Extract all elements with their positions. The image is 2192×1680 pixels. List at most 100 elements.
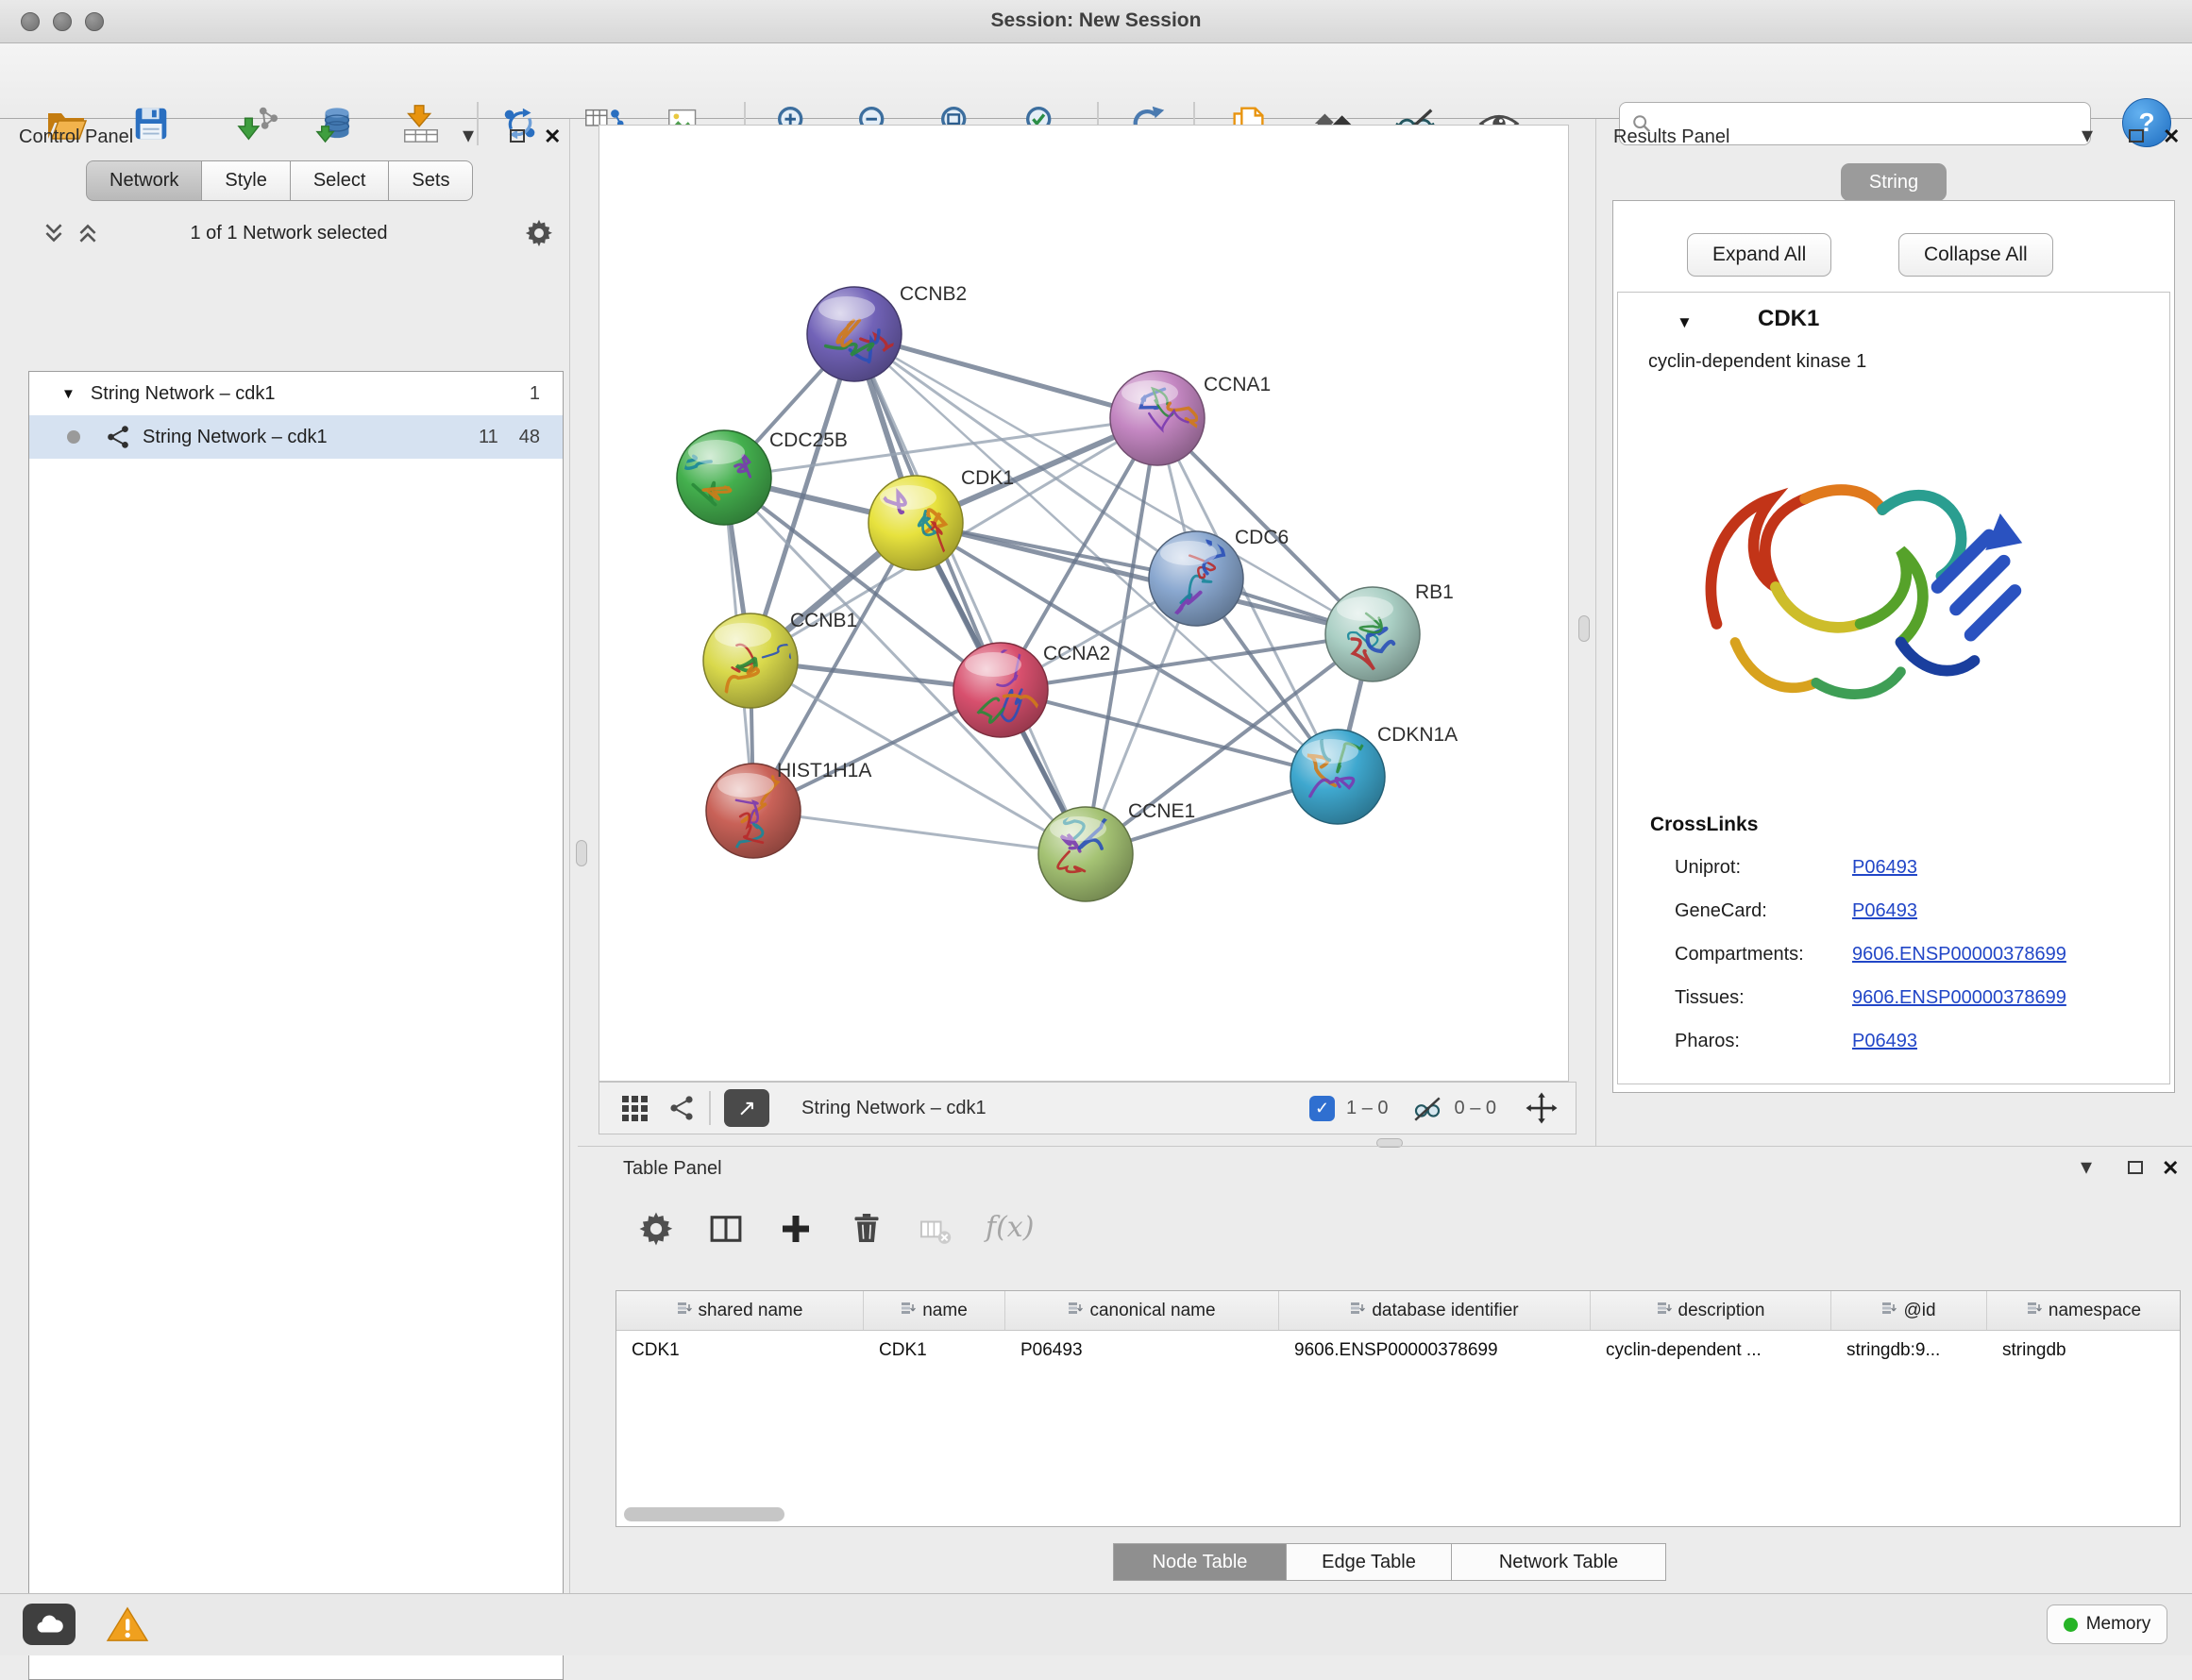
panel-float-icon[interactable] — [510, 129, 525, 143]
column-header-name[interactable]: name — [864, 1291, 1005, 1330]
column-header-namespace[interactable]: namespace — [1987, 1291, 2181, 1330]
splitter-handle[interactable] — [1578, 615, 1590, 642]
collapse-all-button[interactable]: Collapse All — [1898, 233, 2053, 277]
gear-icon[interactable] — [523, 217, 555, 249]
table-cell[interactable]: CDK1 — [616, 1331, 864, 1370]
panel-close-icon[interactable]: ✕ — [2162, 1156, 2179, 1181]
tab-network-table[interactable]: Network Table — [1451, 1543, 1666, 1581]
hidden-count: 0 – 0 — [1455, 1098, 1496, 1119]
panel-close-icon[interactable]: ✕ — [544, 125, 561, 149]
table-cell[interactable]: 9606.ENSP00000378699 — [1279, 1331, 1591, 1370]
network-row[interactable]: String Network – cdk1 11 48 — [29, 415, 563, 459]
table-cell[interactable]: P06493 — [1005, 1331, 1279, 1370]
crosslinks-list: Uniprot:P06493GeneCard:P06493Compartment… — [1675, 846, 2147, 1063]
node-label-RB1: RB1 — [1415, 581, 1454, 603]
tree-expand-icon[interactable]: ▼ — [61, 386, 76, 402]
table-cell[interactable]: stringdb — [1987, 1331, 2181, 1370]
column-header--id[interactable]: @id — [1831, 1291, 1987, 1330]
table-row[interactable]: CDK1CDK1P064939606.ENSP00000378699cyclin… — [616, 1331, 2180, 1370]
network-view-toolbar: ↗ String Network – cdk1 ✓ 1 – 0 0 – 0 — [599, 1082, 1577, 1134]
table-cell[interactable]: cyclin-dependent ... — [1591, 1331, 1831, 1370]
memory-button[interactable]: Memory — [2047, 1604, 2167, 1644]
function-builder-fx: f(x) — [986, 1211, 1034, 1244]
network-node-CCNA2[interactable] — [953, 643, 1048, 737]
tab-string[interactable]: String — [1841, 163, 1947, 201]
table-panel-title: Table Panel — [623, 1158, 722, 1180]
crosslink-link[interactable]: 9606.ENSP00000378699 — [1852, 944, 2066, 966]
edge-count: 48 — [519, 427, 540, 448]
column-header-label: @id — [1903, 1301, 1935, 1321]
add-column-plus-icon[interactable] — [776, 1209, 816, 1249]
grid-view-icon[interactable] — [620, 1094, 649, 1122]
node-label-CDC6: CDC6 — [1235, 527, 1289, 548]
table-settings-gear-icon[interactable] — [636, 1209, 676, 1249]
network-edge[interactable] — [916, 523, 1373, 634]
network-node-CCNA1[interactable] — [1110, 371, 1205, 465]
panel-close-icon[interactable]: ✕ — [2163, 125, 2180, 149]
delete-trash-icon[interactable] — [848, 1209, 885, 1247]
string-network-icon[interactable] — [667, 1094, 696, 1122]
column-header-description[interactable]: description — [1591, 1291, 1831, 1330]
warning-icon[interactable] — [106, 1605, 149, 1643]
column-header-label: namespace — [2049, 1301, 2141, 1321]
control-tab-style[interactable]: Style — [201, 160, 290, 201]
splitter-handle[interactable] — [576, 840, 587, 866]
table-panel: Table Panel ▾ ✕ f(x) shared namenamecano… — [578, 1146, 2192, 1593]
crosslink-row: Tissues:9606.ENSP00000378699 — [1675, 976, 2147, 1019]
network-collection-row[interactable]: ▼ String Network – cdk1 1 — [29, 372, 563, 415]
node-label-CCNB1: CCNB1 — [790, 610, 857, 631]
column-header-database-identifier[interactable]: database identifier — [1279, 1291, 1591, 1330]
crosslink-link[interactable]: 9606.ENSP00000378699 — [1852, 987, 2066, 1009]
status-bar: Memory — [0, 1593, 2192, 1655]
tab-node-table[interactable]: Node Table — [1113, 1543, 1287, 1581]
column-header-shared-name[interactable]: shared name — [616, 1291, 864, 1330]
network-node-CDC25B[interactable] — [677, 430, 771, 525]
horizontal-scrollbar[interactable] — [624, 1507, 784, 1521]
column-type-icon — [1350, 1301, 1365, 1321]
show-columns-icon[interactable] — [706, 1209, 746, 1249]
crosslink-link[interactable]: P06493 — [1852, 857, 1917, 879]
network-edge[interactable] — [854, 334, 1086, 854]
cloud-status-button[interactable] — [23, 1604, 76, 1645]
crosslink-link[interactable]: P06493 — [1852, 1031, 1917, 1052]
node-table[interactable]: shared namenamecanonical name database id… — [615, 1290, 2181, 1527]
network-collection-label: String Network – cdk1 — [91, 383, 276, 405]
hidden-glasses-icon[interactable] — [1411, 1092, 1443, 1124]
column-header-label: database identifier — [1372, 1301, 1518, 1321]
network-edge[interactable] — [753, 811, 1086, 854]
crosslink-label: GeneCard: — [1675, 900, 1852, 922]
control-tab-sets[interactable]: Sets — [388, 160, 473, 201]
gene-collapse-icon[interactable]: ▼ — [1677, 313, 1693, 332]
network-node-CCNB2[interactable] — [807, 287, 902, 381]
node-count: 11 — [479, 427, 498, 448]
title-bar: Session: New Session — [0, 0, 2192, 43]
table-cell[interactable]: stringdb:9... — [1831, 1331, 1987, 1370]
crosslink-link[interactable]: P06493 — [1852, 900, 1917, 922]
memory-status-dot — [2064, 1618, 2078, 1632]
network-view[interactable]: CCNB2CCNA1CDC25BCDK1CDC6RB1CCNB1CCNA2CDK… — [599, 126, 1568, 1081]
column-type-icon — [2027, 1301, 2042, 1321]
panel-float-icon[interactable] — [2128, 1161, 2143, 1174]
panel-menu-icon[interactable]: ▾ — [2082, 125, 2093, 147]
table-cell[interactable]: CDK1 — [864, 1331, 1005, 1370]
tab-edge-table[interactable]: Edge Table — [1286, 1543, 1452, 1581]
network-node-CDC6[interactable] — [1149, 531, 1243, 626]
control-tab-network[interactable]: Network — [86, 160, 202, 201]
birdseye-view-button[interactable]: ↗ — [724, 1089, 769, 1127]
column-header-canonical-name[interactable]: canonical name — [1005, 1291, 1279, 1330]
panel-float-icon[interactable] — [2129, 129, 2144, 143]
pan-move-icon[interactable] — [1525, 1091, 1559, 1125]
panel-menu-icon[interactable]: ▾ — [463, 125, 474, 147]
network-canvas[interactable]: CCNB2CCNA1CDC25BCDK1CDC6RB1CCNB1CCNA2CDK… — [599, 125, 1569, 1082]
crosslink-row: Uniprot:P06493 — [1675, 846, 2147, 889]
network-node-CDK1[interactable] — [868, 476, 963, 570]
expand-all-button[interactable]: Expand All — [1687, 233, 1831, 277]
table-header-row: shared namenamecanonical name database id… — [616, 1291, 2180, 1331]
network-node-RB1[interactable] — [1325, 587, 1420, 681]
network-label: String Network – cdk1 — [143, 427, 328, 448]
network-node-CCNE1[interactable] — [1038, 790, 1133, 901]
string-tab-label: String — [1869, 172, 1918, 193]
selected-checkbox[interactable]: ✓ — [1309, 1096, 1335, 1121]
control-tab-select[interactable]: Select — [290, 160, 390, 201]
panel-menu-icon[interactable]: ▾ — [2081, 1156, 2092, 1179]
